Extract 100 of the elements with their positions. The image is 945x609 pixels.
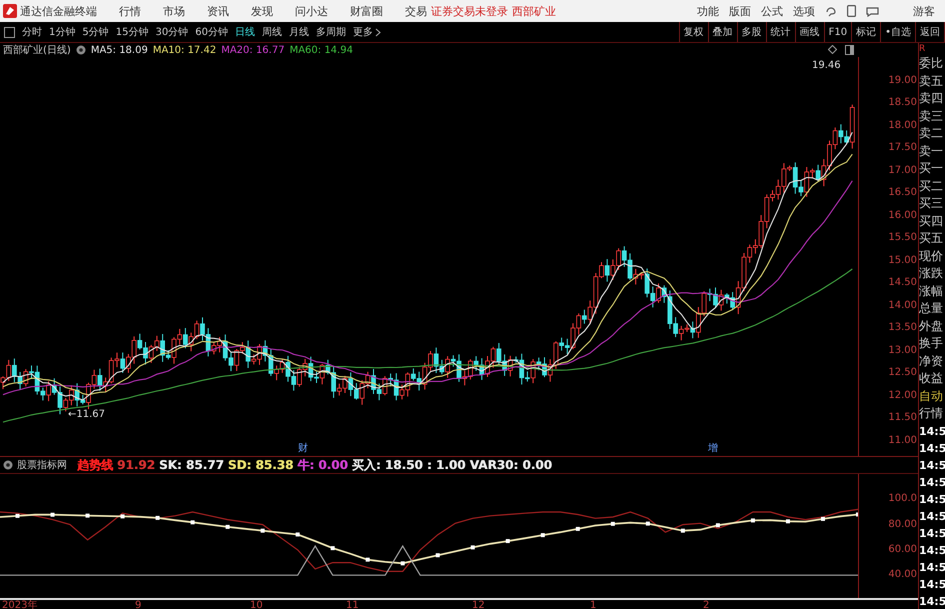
toolbar-button[interactable]: 标记 xyxy=(851,22,880,42)
indicator-axis-label: 100.0 xyxy=(888,492,917,506)
chevron-icon xyxy=(374,28,381,36)
period-tab[interactable]: 月线 xyxy=(288,25,309,39)
square-icon[interactable] xyxy=(4,26,15,38)
toolbar-button[interactable]: F10 xyxy=(824,22,852,42)
quote-field-label: 卖五 xyxy=(919,72,944,90)
menu-item[interactable]: 版面 xyxy=(729,4,751,18)
indicator-value: 91.92 xyxy=(117,458,155,472)
ma-value: MA5: 18.09 xyxy=(90,44,148,56)
date-axis-label: 12 xyxy=(472,600,485,609)
period-tab[interactable]: 日线 xyxy=(234,25,255,39)
quote-field-label: 委比 xyxy=(919,55,944,72)
quote-field-label: 现价 xyxy=(919,248,944,264)
diamond-icon[interactable] xyxy=(828,45,837,54)
date-axis-label: 10 xyxy=(250,600,263,609)
quote-field-label: 净资 xyxy=(919,352,944,370)
ma-value: MA10: 17.42 xyxy=(152,44,216,56)
date-axis-label: 11 xyxy=(346,600,359,609)
date-axis-label: 2 xyxy=(703,600,710,609)
quote-field-label: 买一 xyxy=(919,160,944,177)
indicator-name[interactable]: 股票指标网 xyxy=(17,458,67,472)
period-tab[interactable]: 5分钟 xyxy=(82,25,109,39)
price-axis-label: 11.50 xyxy=(888,411,917,426)
price-axis-label: 17.00 xyxy=(888,164,917,178)
menu-item[interactable]: 功能 xyxy=(697,4,719,18)
indicator-value: SK: 85.77 xyxy=(158,458,224,472)
toolbar-button[interactable]: 画线 xyxy=(794,22,824,42)
price-axis-label: 14.50 xyxy=(888,276,917,290)
menu-item[interactable]: 交易 xyxy=(405,4,427,18)
menu-item[interactable]: 资讯 xyxy=(207,4,229,18)
indicator-value: 0.00 xyxy=(318,458,348,472)
chat-icon[interactable] xyxy=(866,6,879,16)
stock-name: 西部矿业 xyxy=(512,4,556,18)
quote-field-label: 外盘 xyxy=(919,318,944,334)
quote-field-label: 买二 xyxy=(919,178,944,194)
indicator-axis-label: 60.00 xyxy=(888,542,917,557)
price-axis-label: 13.00 xyxy=(888,344,917,358)
menu-item[interactable]: 选项 xyxy=(793,4,815,18)
quote-field-label: 收益 xyxy=(919,370,944,387)
toolbar-button[interactable]: 多股 xyxy=(736,22,766,42)
toolbar-button[interactable]: 复权 xyxy=(678,22,708,42)
app-name: 通达信金融终端 xyxy=(20,4,97,18)
period-tab[interactable]: 1分钟 xyxy=(49,25,76,39)
menu-item[interactable]: 公式 xyxy=(761,4,783,18)
period-tab[interactable]: 周线 xyxy=(262,25,282,39)
event-marker[interactable]: 增 xyxy=(708,441,718,455)
toolbar-button[interactable]: 返回 xyxy=(915,22,945,42)
event-marker[interactable]: 财 xyxy=(298,441,308,455)
quote-field-label: 买三 xyxy=(919,195,944,212)
quote-tab[interactable]: 行情 xyxy=(919,405,945,422)
toolbar-button[interactable]: •自选 xyxy=(880,22,915,42)
price-axis-label: 17.50 xyxy=(888,141,917,156)
gear-icon[interactable] xyxy=(3,460,13,470)
price-axis-label: 13.50 xyxy=(888,321,917,336)
auto-tab[interactable]: 自动 xyxy=(919,388,945,405)
quote-field-label: 卖四 xyxy=(919,90,944,107)
price-axis-label: 19.00 xyxy=(888,74,917,88)
period-tab[interactable]: 分时 xyxy=(22,25,42,39)
app-logo-icon xyxy=(3,4,17,18)
menu-item[interactable]: 问小达 xyxy=(295,4,328,18)
login-status[interactable]: 证券交易未登录 xyxy=(431,4,508,18)
panel-icon[interactable] xyxy=(845,45,854,55)
quote-field-label: 涨幅 xyxy=(919,282,944,300)
quote-field-label: 卖三 xyxy=(919,108,944,124)
ma-value: MA20: 16.77 xyxy=(221,44,285,56)
price-axis-label: 16.50 xyxy=(888,186,917,200)
price-axis-label: 12.50 xyxy=(888,366,917,380)
indicator-value: 牛: xyxy=(297,456,314,474)
price-axis-label: 16.00 xyxy=(888,208,917,223)
menu-item[interactable]: 市场 xyxy=(163,4,185,18)
quote-field-label: 买五 xyxy=(919,230,944,247)
user-label[interactable]: 游客 xyxy=(913,4,935,18)
price-axis-label: 18.50 xyxy=(888,96,917,110)
indicator-value: 买入: 18.50 : 1.00 VAR30: 0.00 xyxy=(352,456,552,474)
period-tab[interactable]: 30分钟 xyxy=(155,25,188,39)
indicator-value: SD: 85.38 xyxy=(228,458,294,472)
low-price-label: ←11.67 xyxy=(68,409,106,420)
period-tab[interactable]: 60分钟 xyxy=(195,25,228,39)
high-price-label: 19.46 xyxy=(812,60,841,71)
chart-title: 西部矿业(日线) xyxy=(3,44,71,57)
quote-field-label: 换手 xyxy=(919,335,944,352)
period-tab[interactable]: 多周期 xyxy=(316,25,346,39)
menu-item[interactable]: 财富圈 xyxy=(350,4,383,18)
quote-field-label: 买四 xyxy=(919,212,944,230)
period-tab[interactable]: 15分钟 xyxy=(116,25,148,39)
toolbar-button[interactable]: 叠加 xyxy=(708,22,737,42)
date-axis-label: 1 xyxy=(590,600,596,609)
indicator-axis-label: 80.00 xyxy=(888,518,917,532)
quote-field-label: 总量 xyxy=(919,300,944,317)
side-panel-header: R xyxy=(919,43,926,55)
quote-field-label: 卖一 xyxy=(919,142,944,160)
more-button[interactable]: 更多 xyxy=(352,25,381,39)
date-axis-label: 9 xyxy=(135,600,142,609)
phone-icon[interactable] xyxy=(847,5,856,17)
price-axis-label: 15.00 xyxy=(888,254,917,268)
menu-item[interactable]: 行情 xyxy=(119,4,141,18)
toolbar-button[interactable]: 统计 xyxy=(766,22,795,42)
menu-item[interactable]: 发现 xyxy=(251,4,273,18)
gear-icon[interactable] xyxy=(76,45,86,55)
